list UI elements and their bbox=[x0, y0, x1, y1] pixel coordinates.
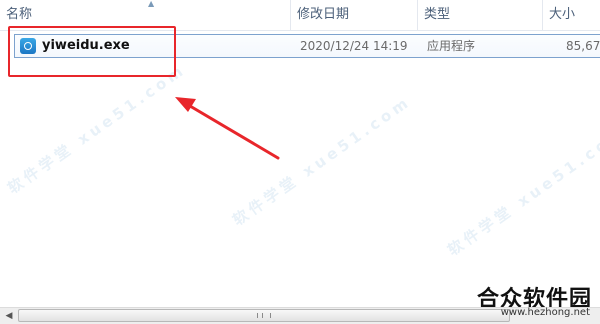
grip-icon bbox=[257, 313, 271, 318]
red-arrow bbox=[175, 97, 280, 160]
scroll-left-button[interactable]: ◀ bbox=[1, 309, 17, 323]
brand-url: www.hezhong.net bbox=[500, 307, 590, 318]
scroll-thumb[interactable] bbox=[18, 309, 510, 322]
